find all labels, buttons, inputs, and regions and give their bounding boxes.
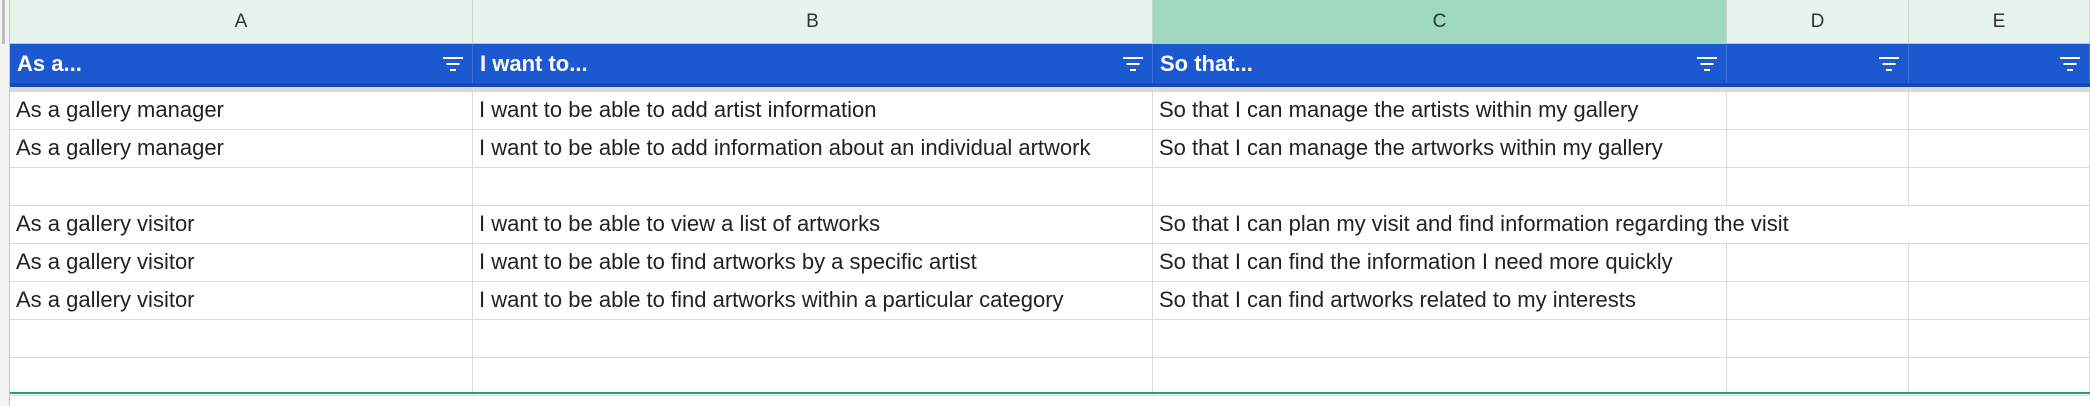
cell-e[interactable] bbox=[1909, 320, 2090, 358]
header-cell-as-a[interactable]: As a... bbox=[10, 44, 473, 83]
column-header-d[interactable]: D bbox=[1727, 0, 1909, 44]
cell-d[interactable] bbox=[1727, 282, 1909, 320]
cell-d[interactable] bbox=[1727, 168, 1909, 206]
table-row: As a gallery manager I want to be able t… bbox=[10, 130, 2090, 168]
cell-b[interactable]: I want to be able to find artworks by a … bbox=[473, 244, 1153, 282]
select-all-corner[interactable] bbox=[2, 0, 5, 44]
column-header-e[interactable]: E bbox=[1909, 0, 2090, 44]
cell-d[interactable] bbox=[1727, 92, 1909, 130]
cell-b[interactable]: I want to be able to view a list of artw… bbox=[473, 206, 1153, 244]
cell-c[interactable] bbox=[1153, 168, 1727, 206]
column-header-c[interactable]: C bbox=[1153, 0, 1727, 44]
table-row: As a gallery visitor I want to be able t… bbox=[10, 282, 2090, 320]
header-label: So that... bbox=[1160, 50, 1253, 76]
cell-d[interactable] bbox=[1727, 130, 1909, 168]
cell-c[interactable]: So that I can find the information I nee… bbox=[1153, 244, 1727, 282]
cell-e[interactable] bbox=[1909, 206, 2090, 244]
cell-a[interactable] bbox=[10, 358, 473, 396]
header-cell-d[interactable] bbox=[1727, 44, 1909, 83]
filter-header-row: As a... I want to... So that... bbox=[10, 44, 2090, 87]
row-header-gutter[interactable] bbox=[0, 0, 10, 406]
cell-c[interactable] bbox=[1153, 320, 1727, 358]
cell-a[interactable]: As a gallery visitor bbox=[10, 206, 473, 244]
filter-icon[interactable] bbox=[2059, 56, 2081, 72]
cell-e[interactable] bbox=[1909, 244, 2090, 282]
cell-e[interactable] bbox=[1909, 130, 2090, 168]
filter-icon[interactable] bbox=[1878, 56, 1900, 72]
header-cell-i-want-to[interactable]: I want to... bbox=[473, 44, 1153, 83]
cell-d[interactable] bbox=[1727, 244, 1909, 282]
cell-b[interactable]: I want to be able to add artist informat… bbox=[473, 92, 1153, 130]
cell-e[interactable] bbox=[1909, 358, 2090, 396]
header-label: As a... bbox=[17, 50, 82, 76]
cell-e[interactable] bbox=[1909, 282, 2090, 320]
header-cell-so-that[interactable]: So that... bbox=[1153, 44, 1727, 83]
cell-d[interactable] bbox=[1727, 320, 1909, 358]
cell-a[interactable]: As a gallery manager bbox=[10, 92, 473, 130]
cell-c[interactable]: So that I can manage the artists within … bbox=[1153, 92, 1727, 130]
cell-a[interactable]: As a gallery visitor bbox=[10, 244, 473, 282]
filter-icon[interactable] bbox=[1122, 56, 1144, 72]
cell-b[interactable]: I want to be able to add information abo… bbox=[473, 130, 1153, 168]
cell-b[interactable]: I want to be able to find artworks withi… bbox=[473, 282, 1153, 320]
cell-b[interactable] bbox=[473, 168, 1153, 206]
table-row: As a gallery visitor I want to be able t… bbox=[10, 244, 2090, 282]
header-label: I want to... bbox=[480, 50, 588, 76]
header-cell-e[interactable] bbox=[1909, 44, 2090, 83]
cell-b[interactable] bbox=[473, 358, 1153, 396]
cell-c[interactable] bbox=[1153, 358, 1727, 396]
cell-c[interactable]: So that I can find artworks related to m… bbox=[1153, 282, 1727, 320]
table-row bbox=[10, 320, 2090, 358]
cell-e[interactable] bbox=[1909, 92, 2090, 130]
selection-border bbox=[10, 392, 2090, 394]
cell-c[interactable]: So that I can manage the artworks within… bbox=[1153, 130, 1727, 168]
table-row bbox=[10, 168, 2090, 206]
table-row bbox=[10, 358, 2090, 396]
filter-icon[interactable] bbox=[1696, 56, 1718, 72]
table-row: As a gallery visitor I want to be able t… bbox=[10, 206, 2090, 244]
cell-e[interactable] bbox=[1909, 168, 2090, 206]
column-header-a[interactable]: A bbox=[10, 0, 473, 44]
spreadsheet: A B C D E As a... I want to... So that..… bbox=[0, 0, 2090, 406]
cell-b[interactable] bbox=[473, 320, 1153, 358]
cell-a[interactable]: As a gallery manager bbox=[10, 130, 473, 168]
cell-a[interactable]: As a gallery visitor bbox=[10, 282, 473, 320]
cell-a[interactable] bbox=[10, 320, 473, 358]
cell-a[interactable] bbox=[10, 168, 473, 206]
column-header-b[interactable]: B bbox=[473, 0, 1153, 44]
table-row: As a gallery manager I want to be able t… bbox=[10, 92, 2090, 130]
data-grid: As a gallery manager I want to be able t… bbox=[10, 92, 2090, 396]
filter-icon[interactable] bbox=[442, 56, 464, 72]
cell-d[interactable] bbox=[1727, 358, 1909, 396]
